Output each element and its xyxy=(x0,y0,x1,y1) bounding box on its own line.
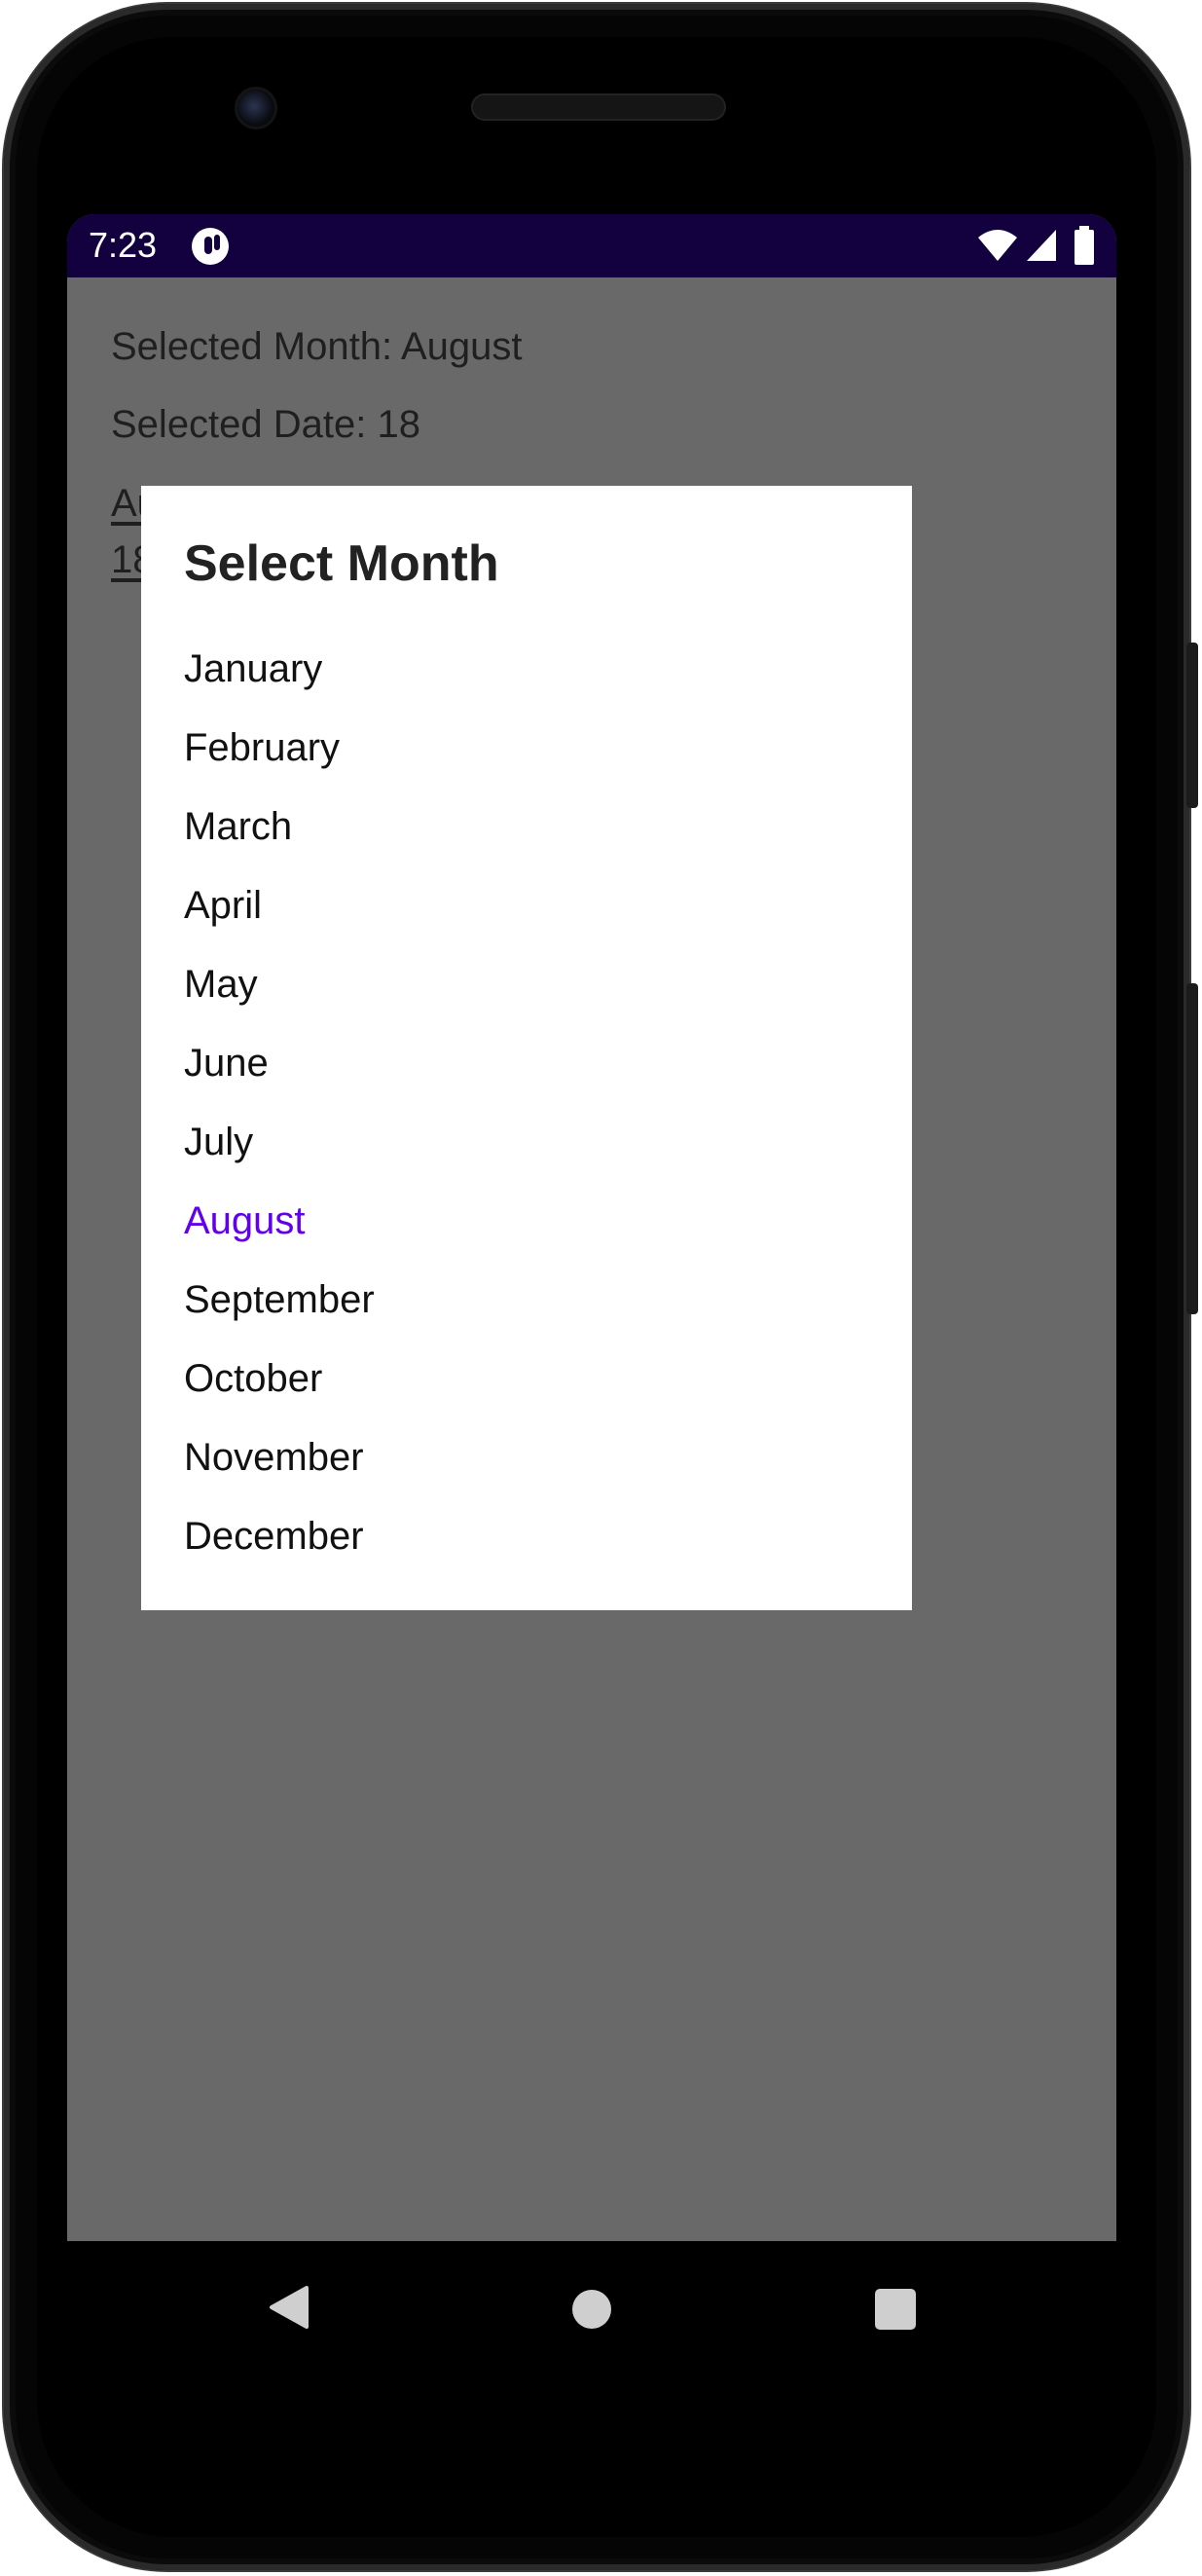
home-icon[interactable] xyxy=(572,2290,611,2329)
month-item-january[interactable]: January xyxy=(141,630,912,709)
select-month-dialog: Select Month January February March Apri… xyxy=(141,486,912,1610)
month-item-february[interactable]: February xyxy=(141,709,912,788)
cell-signal-icon xyxy=(1027,230,1056,261)
month-list: January February March April May June Ju… xyxy=(141,630,912,1576)
month-item-october[interactable]: October xyxy=(141,1340,912,1418)
month-item-march[interactable]: March xyxy=(141,788,912,866)
app-notification-icon xyxy=(192,228,229,265)
month-item-august[interactable]: August xyxy=(141,1182,912,1261)
selected-month-text: Selected Month: August xyxy=(111,325,523,368)
front-camera xyxy=(237,90,274,127)
month-item-july[interactable]: July xyxy=(141,1103,912,1182)
month-item-june[interactable]: June xyxy=(141,1024,912,1103)
month-item-december[interactable]: December xyxy=(141,1497,912,1576)
status-bar: 7:23 xyxy=(67,214,1116,277)
back-icon[interactable] xyxy=(268,2284,310,2331)
selected-date-text: Selected Date: 18 xyxy=(111,403,420,446)
status-time: 7:23 xyxy=(89,225,158,265)
volume-button xyxy=(1186,983,1198,1314)
month-item-september[interactable]: September xyxy=(141,1261,912,1340)
dialog-title: Select Month xyxy=(184,535,499,592)
month-item-april[interactable]: April xyxy=(141,866,912,945)
earpiece-speaker xyxy=(471,93,726,121)
wifi-icon xyxy=(978,230,1017,261)
battery-icon xyxy=(1075,226,1094,265)
recents-icon[interactable] xyxy=(875,2289,916,2330)
month-item-november[interactable]: November xyxy=(141,1418,912,1497)
month-item-may[interactable]: May xyxy=(141,945,912,1024)
navigation-bar xyxy=(67,2241,1116,2377)
power-button xyxy=(1186,643,1198,808)
